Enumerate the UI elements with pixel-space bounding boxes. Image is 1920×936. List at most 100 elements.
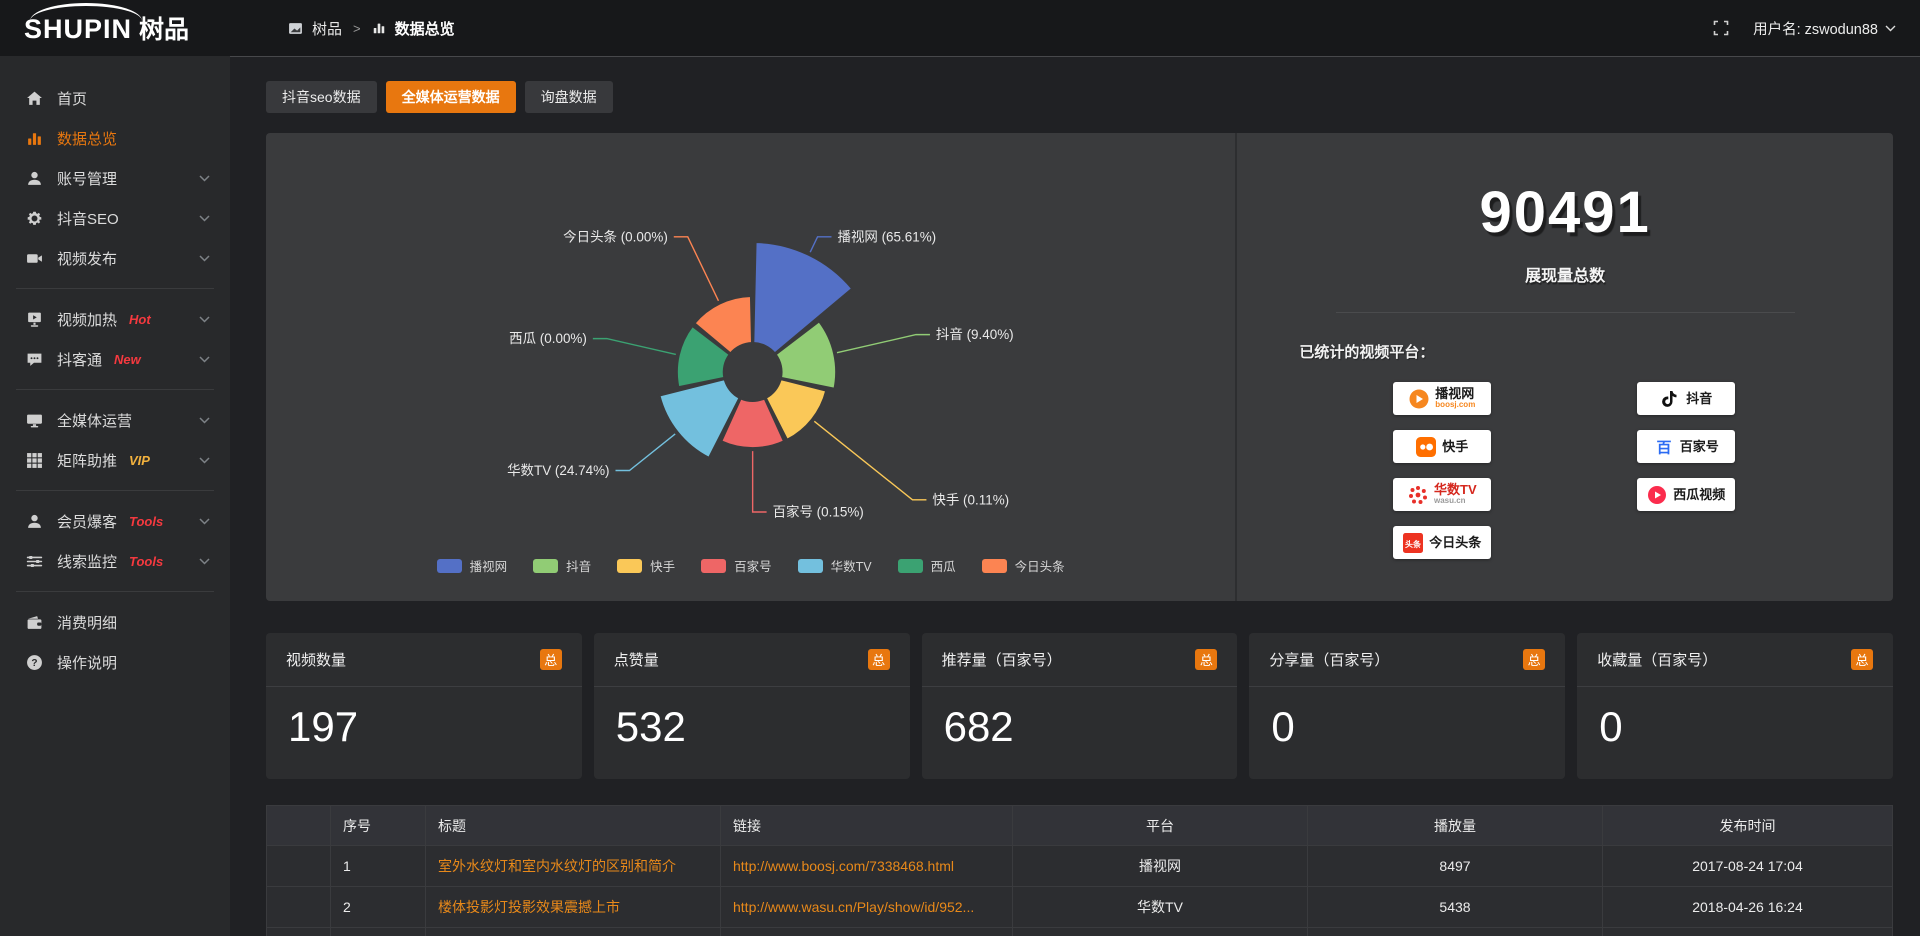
sidebar-item[interactable]: 数据总览: [0, 118, 230, 158]
cell-plays: 8497: [1308, 846, 1603, 887]
stat-card-label: 视频数量: [286, 649, 346, 670]
legend-item[interactable]: 抖音: [533, 556, 591, 575]
sidebar-item[interactable]: 抖客通New: [0, 339, 230, 379]
overview-panel: 播视网 (65.61%)抖音 (9.40%)快手 (0.11%)百家号 (0.1…: [266, 133, 1893, 601]
stat-card-label: 分享量（百家号）: [1269, 649, 1389, 670]
pie-slice-label: 今日头条 (0.00%): [563, 228, 668, 244]
sidebar-item-label: 数据总览: [57, 128, 117, 149]
cell-platform: 播视网: [1013, 846, 1308, 887]
sidebar-item[interactable]: 抖音SEO: [0, 198, 230, 238]
bar-chart-icon: [26, 129, 44, 147]
chevron-down-icon: [199, 558, 210, 565]
sidebar-item[interactable]: 账号管理: [0, 158, 230, 198]
cell-link: [721, 928, 1013, 936]
stat-card-value: 0: [1249, 687, 1565, 767]
fullscreen-icon[interactable]: [1713, 20, 1729, 36]
comment-icon: [26, 350, 44, 368]
platform-logo-grid: 播视网boosj.com快手华数TVwasu.cn头条今日头条 抖音百百家号西瓜…: [1393, 382, 1893, 559]
video-url-link[interactable]: http://www.wasu.cn/Play/show/id/952...: [733, 899, 974, 915]
cell-link: http://www.wasu.cn/Play/show/id/952...: [721, 887, 1013, 928]
sidebar-item-label: 账号管理: [57, 168, 117, 189]
sidebar-item[interactable]: 全媒体运营: [0, 400, 230, 440]
tab-inactive[interactable]: 询盘数据: [525, 81, 613, 113]
video-title-link[interactable]: 室外水纹灯和室内水纹灯的区别和简介: [438, 858, 676, 874]
sidebar-item[interactable]: 视频发布: [0, 238, 230, 278]
table-header-checkbox: [267, 806, 331, 846]
legend-label: 抖音: [566, 556, 591, 575]
sidebar-item[interactable]: 矩阵助推VIP: [0, 440, 230, 480]
chevron-down-icon: [199, 356, 210, 363]
app-logo[interactable]: SHUPIN 树品: [24, 10, 232, 46]
pie-label-line: [616, 434, 676, 471]
legend-swatch: [437, 559, 462, 573]
pie-label-line: [837, 335, 930, 353]
legend-item[interactable]: 快手: [617, 556, 675, 575]
cell-link: http://www.boosj.com/7338468.html: [721, 846, 1013, 887]
cell-platform: [1013, 928, 1308, 936]
sidebar-item[interactable]: 会员爆客Tools: [0, 501, 230, 541]
main-content: 抖音seo数据全媒体运营数据询盘数据 播视网 (65.61%)抖音 (9.40%…: [230, 56, 1920, 936]
total-badge[interactable]: 总: [1195, 649, 1217, 670]
platform-name: 播视网: [1435, 387, 1474, 401]
legend-item[interactable]: 今日头条: [982, 556, 1065, 575]
pie-slice-label: 抖音 (9.40%): [936, 326, 1014, 342]
sidebar-item-badge: Hot: [129, 312, 151, 327]
home-icon: [26, 89, 44, 107]
legend-item[interactable]: 西瓜: [898, 556, 956, 575]
cell-plays: 5438: [1308, 887, 1603, 928]
sidebar-item-label: 会员爆客: [57, 511, 117, 532]
video-icon: [26, 249, 44, 267]
username-label: 用户名: zswodun88: [1753, 18, 1878, 39]
platform-subtext: wasu.cn: [1434, 497, 1466, 505]
platform-badge: 头条今日头条: [1393, 526, 1491, 559]
pie-label-line: [674, 237, 719, 301]
stat-card-label: 推荐量（百家号）: [942, 649, 1062, 670]
legend-item[interactable]: 播视网: [437, 556, 508, 575]
pie-slice-label: 百家号 (0.15%): [773, 503, 864, 519]
gear-icon: [26, 209, 44, 227]
legend-item[interactable]: 华数TV: [798, 556, 872, 575]
pie-slice-5[interactable]: [659, 379, 739, 458]
sidebar-item[interactable]: 线索监控Tools: [0, 541, 230, 581]
sidebar-divider: [16, 490, 214, 491]
sidebar-item[interactable]: 首页: [0, 78, 230, 118]
stat-card: 收藏量（百家号）总0: [1577, 633, 1893, 779]
video-title-link[interactable]: 楼体投影灯投影效果震撼上市: [438, 899, 620, 915]
tab-inactive[interactable]: 抖音seo数据: [266, 81, 377, 113]
app-square-icon: [288, 21, 303, 36]
sidebar-item[interactable]: 消费明细: [0, 602, 230, 642]
user-menu[interactable]: 用户名: zswodun88: [1753, 18, 1896, 39]
table-header: 播放量: [1308, 806, 1603, 846]
total-badge[interactable]: 总: [1851, 649, 1873, 670]
breadcrumb-current[interactable]: 数据总览: [395, 18, 455, 39]
sidebar-item[interactable]: ?操作说明: [0, 642, 230, 682]
pie-slice-label: 西瓜 (0.00%): [509, 331, 587, 346]
stat-card-header: 推荐量（百家号） 总: [922, 633, 1238, 687]
legend-item[interactable]: 百家号: [701, 556, 772, 575]
cell-plays: [1308, 928, 1603, 936]
platform-badge: 抖音: [1637, 382, 1735, 415]
logo-arc: [30, 3, 142, 21]
sidebar-item-label: 消费明细: [57, 612, 117, 633]
sidebar-item-badge: New: [114, 352, 141, 367]
total-badge[interactable]: 总: [540, 649, 562, 670]
total-badge[interactable]: 总: [868, 649, 890, 670]
sidebar-item[interactable]: 视频加热Hot: [0, 299, 230, 339]
breadcrumb-root[interactable]: 树品: [312, 18, 342, 39]
tab-active[interactable]: 全媒体运营数据: [386, 81, 516, 113]
legend-swatch: [798, 559, 823, 573]
legend-swatch: [982, 559, 1007, 573]
pie-slice-label: 快手 (0.11%): [932, 492, 1009, 507]
total-badge[interactable]: 总: [1523, 649, 1545, 670]
video-url-link[interactable]: http://www.boosj.com/7338468.html: [733, 858, 954, 874]
pie-label-line: [753, 451, 767, 512]
legend-label: 西瓜: [931, 556, 956, 575]
cell-index: 2: [331, 887, 426, 928]
cell-checkbox: [267, 846, 331, 887]
chevron-down-icon: [199, 215, 210, 222]
platform-badge: 华数TVwasu.cn: [1393, 478, 1491, 511]
table-header: 序号: [331, 806, 426, 846]
summary-divider: [1336, 312, 1795, 313]
stat-card-header: 点赞量总: [594, 633, 910, 687]
logo-text-cn: 树品: [139, 10, 189, 46]
